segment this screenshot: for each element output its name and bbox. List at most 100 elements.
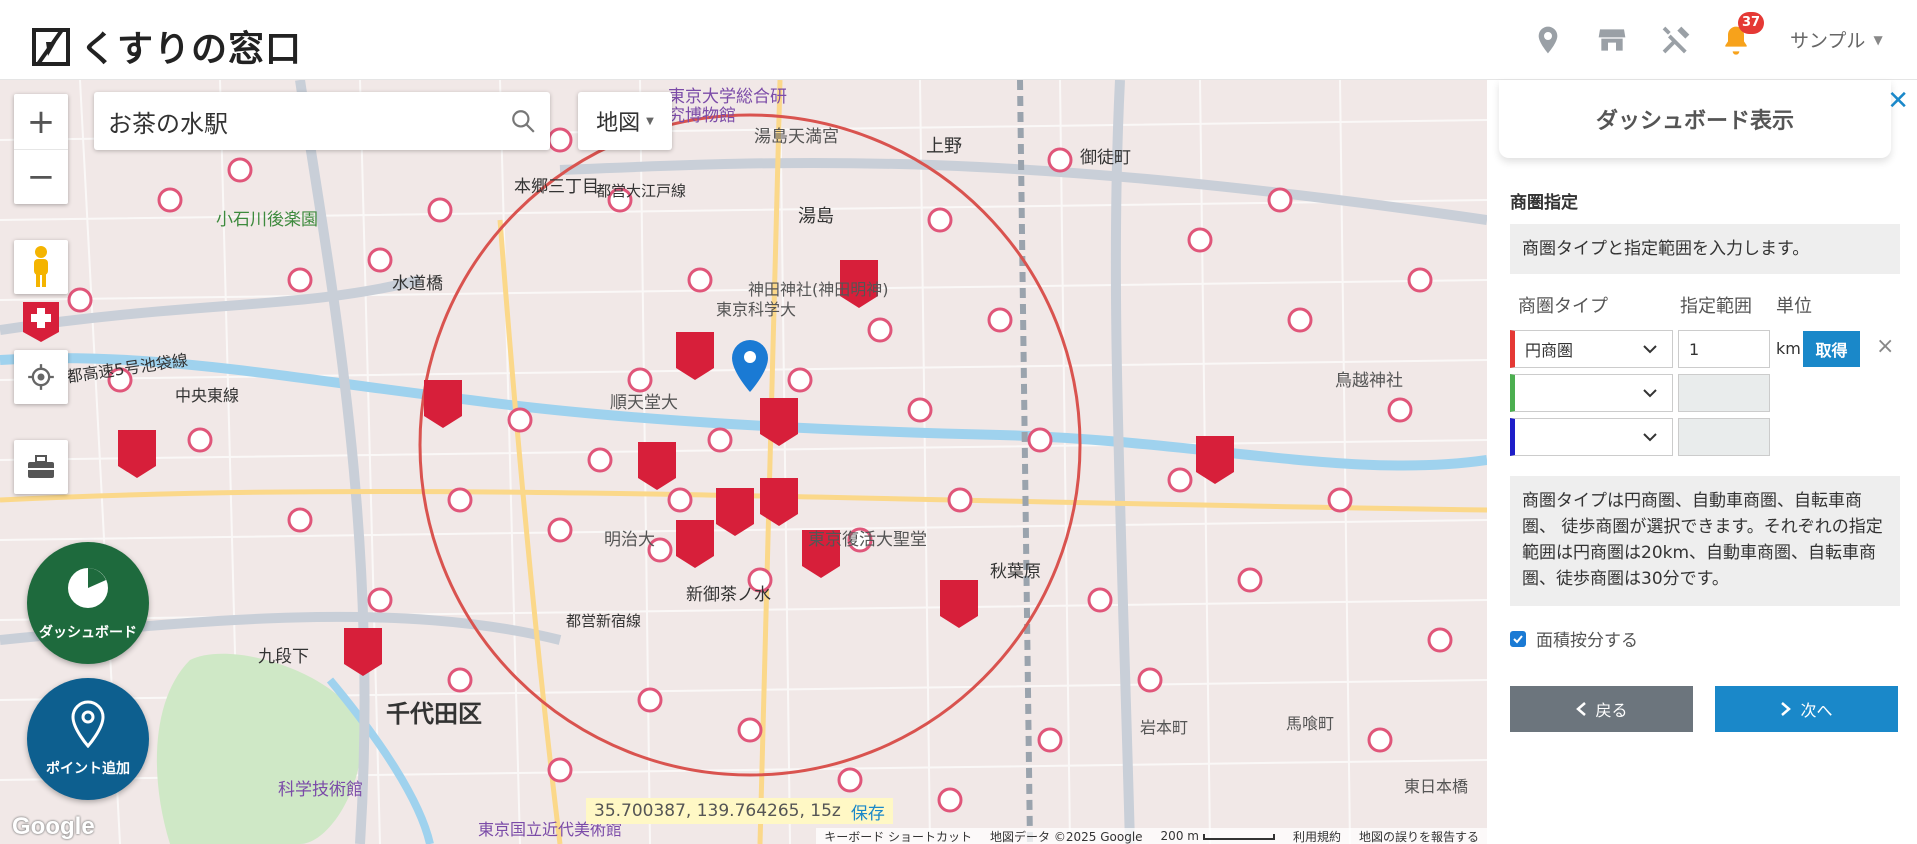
my-location-button[interactable]: [14, 350, 68, 404]
area-proration-option[interactable]: 面積按分する: [1510, 626, 1638, 651]
keyboard-shortcuts-link[interactable]: キーボード ショートカット: [824, 828, 972, 844]
chevron-left-icon: [1576, 702, 1587, 716]
map-label-yushima: 湯島: [798, 206, 834, 227]
notification-badge: 37: [1738, 12, 1765, 34]
terms-link[interactable]: 利用規約: [1293, 828, 1341, 844]
map-label-chiyoda: 千代田区: [386, 700, 482, 728]
instruction-box: 商圏タイプと指定範囲を入力します。: [1510, 224, 1900, 274]
area-proration-checkbox[interactable]: [1510, 630, 1526, 647]
map-label-chuo-line: 中央東線: [175, 386, 240, 405]
map-label-yushima-tenmangu: 湯島天満宮: [754, 127, 839, 147]
pie-chart-icon: [68, 568, 108, 608]
map-label-science-museum: 科学技術館: [278, 780, 363, 800]
map-label-oedo-line: 都営大江戸線: [596, 182, 687, 200]
scale-bar: [1202, 833, 1275, 840]
logo[interactable]: くすりの窓口: [32, 20, 302, 72]
map-background: [0, 80, 1487, 844]
map-type-select[interactable]: 地図 ▼: [578, 92, 672, 150]
user-name: サンプル: [1790, 30, 1866, 52]
map-label-hongo: 本郷三丁目: [514, 177, 599, 197]
map-label-juntendo: 順天堂大: [610, 393, 678, 413]
location-pin-icon[interactable]: [1532, 24, 1564, 56]
zoom-out-button[interactable]: −: [14, 149, 68, 204]
fetch-button[interactable]: 取得: [1803, 331, 1860, 367]
toolbox-button[interactable]: [14, 440, 68, 494]
save-coordinates-link[interactable]: 保存: [851, 799, 885, 824]
map-search-input[interactable]: [108, 107, 510, 135]
zoom-control: + −: [14, 94, 68, 204]
checkmark-icon: [1513, 634, 1523, 643]
trade-area-help-box: 商圏タイプは円商圏、自動車商圏、自転車商圏、 徒歩商圏が選択できます。それぞれの…: [1510, 476, 1900, 606]
dashboard-fab-button[interactable]: ダッシュボード: [27, 542, 149, 664]
search-icon[interactable]: [510, 108, 536, 134]
chevron-down-icon: [1643, 389, 1657, 398]
column-header-type: 商圏タイプ: [1518, 296, 1608, 317]
remove-row-icon[interactable]: ×: [1876, 334, 1894, 359]
chevron-right-icon: [1781, 702, 1792, 716]
trade-area-type-select-2[interactable]: [1510, 374, 1673, 412]
range-input-1[interactable]: 1: [1678, 330, 1770, 368]
map-label-higashi-nihombashi: 東日本橋: [1404, 777, 1469, 796]
caret-down-icon: ▼: [1873, 32, 1883, 47]
street-view-pegman[interactable]: [14, 240, 68, 294]
range-input-3: [1678, 418, 1770, 456]
close-icon[interactable]: ✕: [1887, 86, 1909, 116]
trade-area-help-text: 商圏タイプは円商圏、自動車商圏、自転車商圏、 徒歩商圏が選択できます。それぞれの…: [1522, 491, 1883, 589]
back-label: 戻る: [1595, 701, 1628, 720]
pharmacy-shield-icon: [23, 302, 59, 342]
chevron-down-icon: [1643, 433, 1657, 442]
tools-icon[interactable]: [1660, 24, 1692, 56]
map-pin-icon: [71, 700, 105, 748]
range-value: 1: [1689, 339, 1700, 359]
panel-title: ダッシュボード表示: [1499, 80, 1891, 158]
add-point-fab-label: ポイント追加: [46, 761, 130, 777]
pegman-icon: [34, 246, 48, 287]
crosshair-icon: [28, 364, 54, 390]
trade-area-type-select-1[interactable]: 円商圏: [1510, 330, 1673, 368]
map-label-cathedral: 東京復活大聖堂: [808, 530, 927, 550]
user-menu[interactable]: サンプル ▼: [1790, 26, 1883, 53]
scale-label: 200 m: [1160, 829, 1199, 843]
map-label-shin-ochanomizu: 新御茶ノ水: [686, 585, 771, 605]
dashboard-panel: ダッシュボード表示 ✕ 商圏指定 商圏タイプと指定範囲を入力します。 商圏タイプ…: [1487, 80, 1917, 844]
map-label-okachimachi: 御徒町: [1080, 148, 1131, 168]
map-label-bakurocho: 馬喰町: [1286, 714, 1335, 733]
map-label-suidobashi: 水道橋: [392, 274, 443, 294]
column-header-range: 指定範囲: [1680, 296, 1752, 317]
map-canvas[interactable]: 東京大学総合研究博物館 湯島天満宮 上野 御徒町 本郷三丁目 湯島 小石川後楽園…: [0, 80, 1487, 844]
store-icon[interactable]: [1596, 24, 1628, 56]
add-point-fab-button[interactable]: ポイント追加: [27, 678, 149, 800]
logo-text: くすりの窓口: [80, 29, 303, 70]
zoom-in-button[interactable]: +: [14, 94, 68, 149]
coordinates-text: 35.700387, 139.764265, 15z: [594, 801, 841, 821]
pharmacy-layer-toggle[interactable]: [14, 297, 68, 347]
map-label-ueno: 上野: [926, 136, 962, 157]
google-logo: Google: [12, 813, 95, 840]
section-title: 商圏指定: [1510, 193, 1578, 213]
unit-label-1: km: [1776, 339, 1801, 358]
map-search-box: [94, 92, 550, 150]
caret-down-icon: ▼: [646, 115, 654, 127]
app-header: くすりの窓口 37 サンプル ▼: [0, 0, 1917, 80]
map-label-kudanshita: 九段下: [258, 647, 309, 667]
map-label-science-univ: 東京科学大: [716, 300, 797, 319]
column-header-unit: 単位: [1776, 296, 1812, 317]
report-error-link[interactable]: 地図の誤りを報告する: [1359, 828, 1479, 844]
map-label-shinjuku-line: 都営新宿線: [566, 612, 642, 630]
next-label: 次へ: [1800, 701, 1833, 720]
dashboard-fab-label: ダッシュボード: [39, 625, 137, 641]
map-label-museum: 東京大学総合研究博物館: [668, 87, 787, 126]
next-button[interactable]: 次へ: [1715, 686, 1898, 732]
back-button[interactable]: 戻る: [1510, 686, 1693, 732]
coordinates-readout: 35.700387, 139.764265, 15z 保存: [586, 798, 893, 824]
scale-indicator: 200 m: [1161, 829, 1275, 843]
map-label-torigoe: 鳥越神社: [1335, 371, 1403, 391]
map-label-koishikawa: 小石川後楽園: [216, 210, 318, 230]
instruction-text: 商圏タイプと指定範囲を入力します。: [1522, 239, 1810, 259]
chevron-down-icon: [1643, 345, 1657, 354]
map-label-iwamotocho: 岩本町: [1140, 718, 1189, 737]
logo-mark-icon: [32, 28, 70, 66]
trade-area-type-select-3[interactable]: [1510, 418, 1673, 456]
map-label-meiji-univ: 明治大: [604, 530, 655, 550]
map-type-label: 地図: [596, 111, 641, 136]
